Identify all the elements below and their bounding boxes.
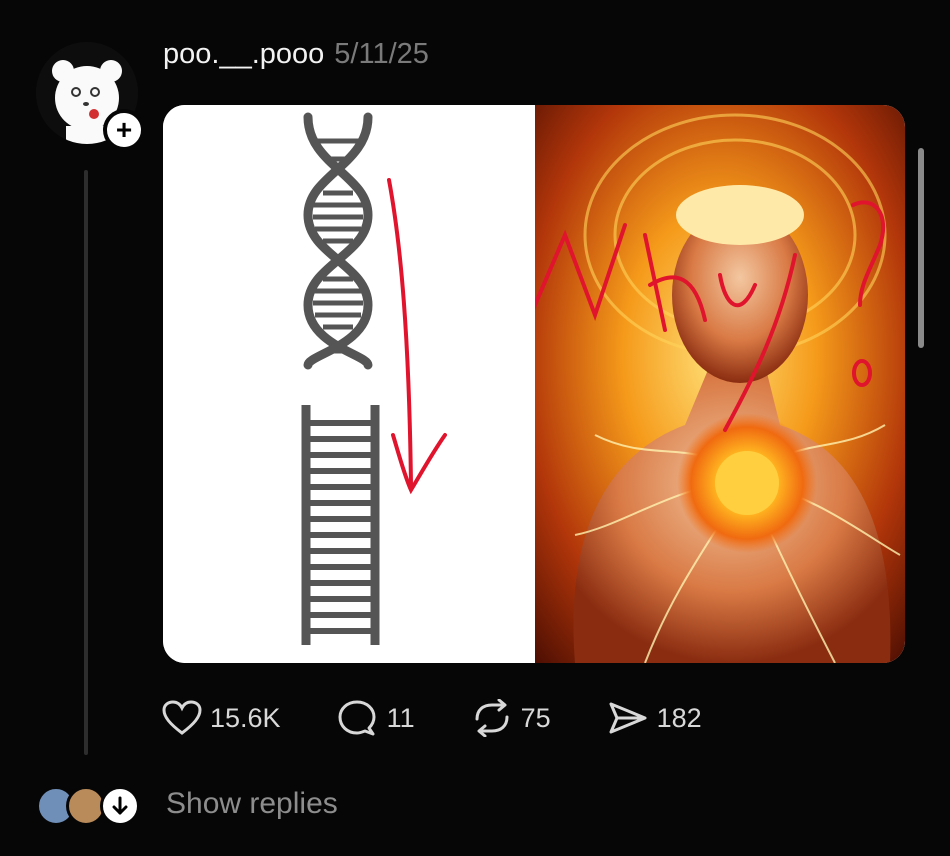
glowing-figure-image: [503, 105, 905, 663]
like-count: 15.6K: [210, 702, 281, 733]
share-button[interactable]: 182: [607, 699, 702, 737]
scrollbar[interactable]: [918, 148, 924, 348]
post-media[interactable]: [163, 105, 905, 663]
like-button[interactable]: 15.6K: [162, 700, 281, 736]
show-replies-link[interactable]: Show replies: [166, 787, 338, 821]
send-icon: [609, 702, 647, 734]
show-replies-row[interactable]: Show replies: [36, 782, 338, 826]
comment-count: 11: [386, 702, 415, 733]
reply-avatars: [36, 784, 140, 826]
post-header: poo.__.pooo 5/11/25: [163, 38, 429, 78]
ladder-icon: [301, 405, 380, 645]
post-container: + poo.__.pooo 5/11/25 15.6K 11 75 182 Sh…: [0, 0, 950, 856]
thread-line: [84, 170, 88, 755]
repost-button[interactable]: 75: [471, 699, 551, 737]
comment-bubble-icon: [338, 700, 376, 736]
red-arrow-annotation: [387, 178, 447, 495]
action-bar: 15.6K 11 75 182: [162, 698, 758, 738]
comment-button[interactable]: 11: [337, 699, 415, 737]
repost-count: 75: [520, 702, 551, 733]
timestamp: 5/11/25: [334, 38, 429, 70]
username[interactable]: poo.__.pooo: [163, 38, 324, 71]
repost-icon: [475, 699, 509, 737]
follow-plus-button[interactable]: +: [103, 109, 145, 151]
expand-replies-icon[interactable]: [100, 786, 140, 826]
share-count: 182: [656, 702, 702, 733]
heart-icon: [162, 700, 202, 735]
dna-diagram: [163, 105, 535, 663]
